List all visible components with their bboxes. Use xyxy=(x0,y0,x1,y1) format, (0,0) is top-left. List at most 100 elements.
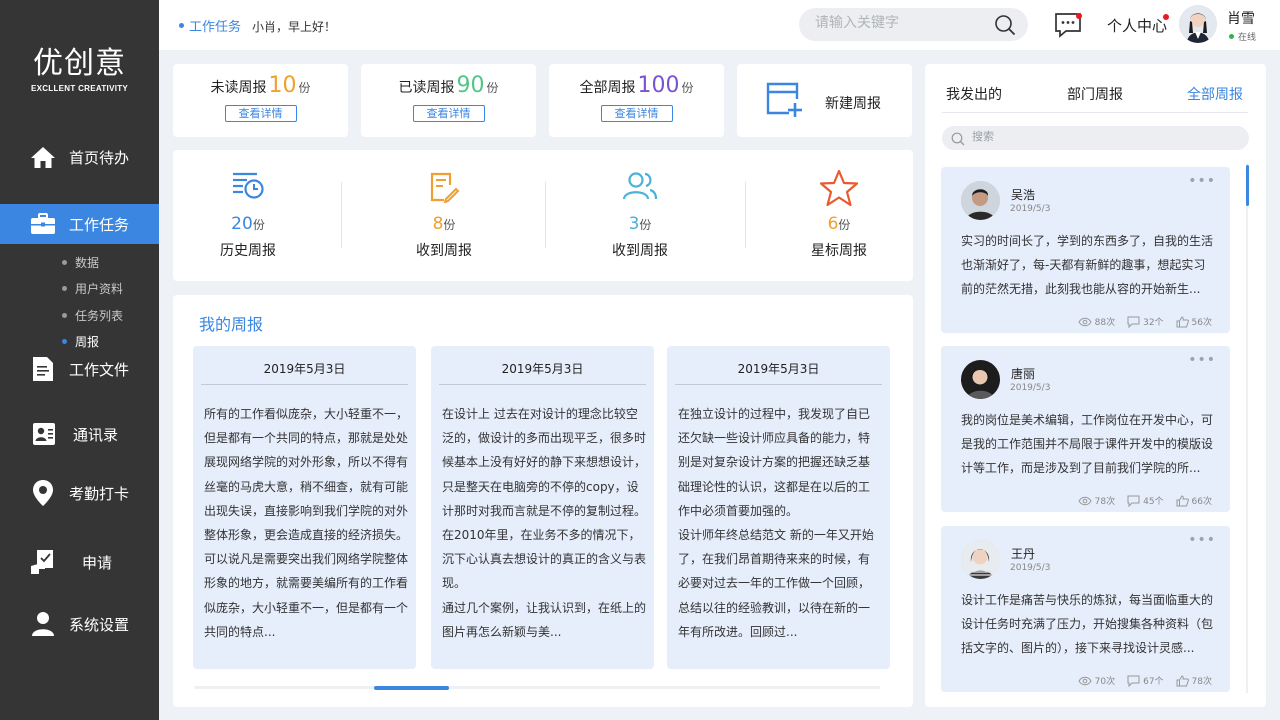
sidebar-item-attendance[interactable]: 考勤打卡 xyxy=(0,473,159,513)
vertical-scrollbar[interactable] xyxy=(1246,163,1248,693)
likes-stat[interactable]: 56次 xyxy=(1176,315,1212,328)
stat-unit: 份 xyxy=(486,81,499,95)
sidebar-item-home[interactable]: 首页待办 xyxy=(0,137,159,177)
category-count: 8份 xyxy=(369,214,519,234)
sidebar-item-tasks[interactable]: 工作任务 xyxy=(0,204,159,244)
tab-sent[interactable]: 我发出的 xyxy=(946,84,1002,104)
user-icon xyxy=(30,611,56,637)
feed-card[interactable]: ••• 吴浩 2019/5/3 实习的时间长了，学到的东西多了，自我的生活也渐渐… xyxy=(941,167,1230,333)
sidebar-item-apply[interactable]: 申请 xyxy=(0,542,159,582)
report-card[interactable]: 2019年5月3日 在独立设计的过程中，我发现了自已 还欠缺一些设计师应具备的能… xyxy=(667,346,890,669)
sidebar-subitem-data[interactable]: 数据 xyxy=(62,254,99,271)
comments-count: 32个 xyxy=(1143,318,1164,328)
more-icon[interactable]: ••• xyxy=(1188,173,1216,189)
new-report-label: 新建周报 xyxy=(825,96,881,112)
category-received[interactable]: 8份 收到周报 xyxy=(369,150,519,281)
view-details-button[interactable]: 查看详情 xyxy=(224,105,297,122)
avatar xyxy=(961,540,1000,579)
sidebar-subitem-label: 用户资料 xyxy=(75,282,124,296)
tab-department[interactable]: 部门周报 xyxy=(1067,84,1123,104)
category-count: 6份 xyxy=(764,214,914,234)
category-label: 收到周报 xyxy=(612,243,668,259)
report-card[interactable]: 2019年5月3日 所有的工作看似庞杂，大小轻重不一， 但是都有一个共同的特点，… xyxy=(193,346,416,669)
feed-search-bar xyxy=(942,126,1249,150)
bullet-icon xyxy=(62,339,67,344)
sidebar-subitem-weekly[interactable]: 周报 xyxy=(62,333,99,350)
search-icon[interactable] xyxy=(994,14,1016,40)
sidebar-item-label: 系统设置 xyxy=(69,615,130,634)
more-icon[interactable]: ••• xyxy=(1188,352,1216,368)
feed-card[interactable]: ••• 王丹 2019/5/3 设计工作是痛苦与快乐的炼狱，每当面临重大的设计任… xyxy=(941,526,1230,692)
views-count: 70次 xyxy=(1094,677,1116,687)
comments-count: 45个 xyxy=(1143,497,1164,507)
divider xyxy=(341,182,342,248)
sidebar-subitem-task-list[interactable]: 任务列表 xyxy=(62,307,123,324)
sidebar-subitem-label: 数据 xyxy=(75,256,100,270)
location-pin-icon xyxy=(30,480,56,506)
breadcrumb[interactable]: 工作任务 xyxy=(179,16,241,35)
stat-card-all: 全部周报100 份 查看详情 xyxy=(549,64,724,137)
more-icon[interactable]: ••• xyxy=(1188,532,1216,548)
post-stats: 78次 45个 66次 xyxy=(1066,494,1212,507)
eye-icon xyxy=(1078,317,1092,326)
category-label: 收到周报 xyxy=(416,243,472,259)
category-unit: 份 xyxy=(443,218,456,232)
feed-card[interactable]: ••• 唐丽 2019/5/3 我的岗位是美术编辑，工作岗位在开发中心，可是我的… xyxy=(941,346,1230,512)
hand-document-icon xyxy=(30,549,56,575)
sidebar-item-label: 考勤打卡 xyxy=(69,484,130,503)
comments-stat[interactable]: 45个 xyxy=(1127,494,1164,507)
personal-center-link[interactable]: 个人中心 xyxy=(1107,15,1167,36)
likes-stat[interactable]: 78次 xyxy=(1176,674,1212,687)
category-received-team[interactable]: 3份 收到周报 xyxy=(565,150,715,281)
greeting: 小肖，早上好！ xyxy=(252,20,337,34)
stat-value: 10 xyxy=(268,73,297,98)
sidebar-item-files[interactable]: 工作文件 xyxy=(0,349,159,389)
likes-stat[interactable]: 66次 xyxy=(1176,494,1212,507)
thumbs-up-icon xyxy=(1176,494,1189,506)
report-date: 2019年5月3日 xyxy=(737,362,820,376)
sidebar-item-label: 工作文件 xyxy=(69,360,130,379)
tab-all[interactable]: 全部周报 xyxy=(1187,84,1243,104)
category-starred[interactable]: 6份 星标周报 xyxy=(764,150,914,281)
view-details-button[interactable]: 查看详情 xyxy=(412,105,485,122)
notification-dot xyxy=(1076,13,1082,19)
eye-icon xyxy=(1078,496,1092,505)
status-badge: 在线 xyxy=(1229,30,1256,43)
sidebar-item-label: 工作任务 xyxy=(69,215,130,234)
category-unit: 份 xyxy=(639,218,652,232)
search-input[interactable] xyxy=(815,15,985,31)
scrollbar-thumb[interactable] xyxy=(1246,165,1249,206)
new-document-icon xyxy=(765,81,805,123)
new-report-button[interactable]: 新建周报 xyxy=(737,64,912,137)
sidebar-subitem-profile[interactable]: 用户资料 xyxy=(62,280,123,297)
sidebar-item-settings[interactable]: 系统设置 xyxy=(0,604,159,644)
feed-search-input[interactable] xyxy=(972,130,1222,143)
stat-label: 已读周报 xyxy=(398,80,455,96)
sidebar-subitem-label: 周报 xyxy=(75,335,100,349)
post-excerpt: 我的岗位是美术编辑，工作岗位在开发中心，可是我的工作范围并不局限于课件开发中的模… xyxy=(961,413,1214,475)
search-icon[interactable] xyxy=(951,131,965,150)
category-value: 8 xyxy=(432,214,444,234)
comments-stat[interactable]: 67个 xyxy=(1127,674,1164,687)
likes-count: 78次 xyxy=(1191,677,1212,687)
report-body: 在设计上 过去在对设计的理念比较空 泛的，做设计的多而出现平乏，很多时 候基本上… xyxy=(442,407,647,639)
stat-label: 全部周报 xyxy=(579,80,636,96)
category-history[interactable]: 20份 历史周报 xyxy=(173,150,323,281)
bullet-icon xyxy=(179,23,184,28)
star-icon xyxy=(819,169,859,211)
horizontal-scrollbar[interactable] xyxy=(194,686,880,689)
divider xyxy=(545,182,546,248)
document-icon xyxy=(30,356,56,382)
divider xyxy=(439,384,646,385)
report-card[interactable]: 2019年5月3日 在设计上 过去在对设计的理念比较空 泛的，做设计的多而出现平… xyxy=(431,346,654,669)
category-unit: 份 xyxy=(252,218,265,232)
eye-icon xyxy=(1078,676,1092,685)
stat-card-read: 已读周报90 份 查看详情 xyxy=(361,64,536,137)
scrollbar-thumb[interactable] xyxy=(374,686,449,690)
comments-stat[interactable]: 32个 xyxy=(1127,315,1164,328)
contacts-icon xyxy=(31,421,57,447)
avatar[interactable] xyxy=(1179,5,1217,43)
sidebar-item-contacts[interactable]: 通讯录 xyxy=(0,414,159,454)
briefcase-icon xyxy=(30,211,56,237)
view-details-button[interactable]: 查看详情 xyxy=(600,105,673,122)
